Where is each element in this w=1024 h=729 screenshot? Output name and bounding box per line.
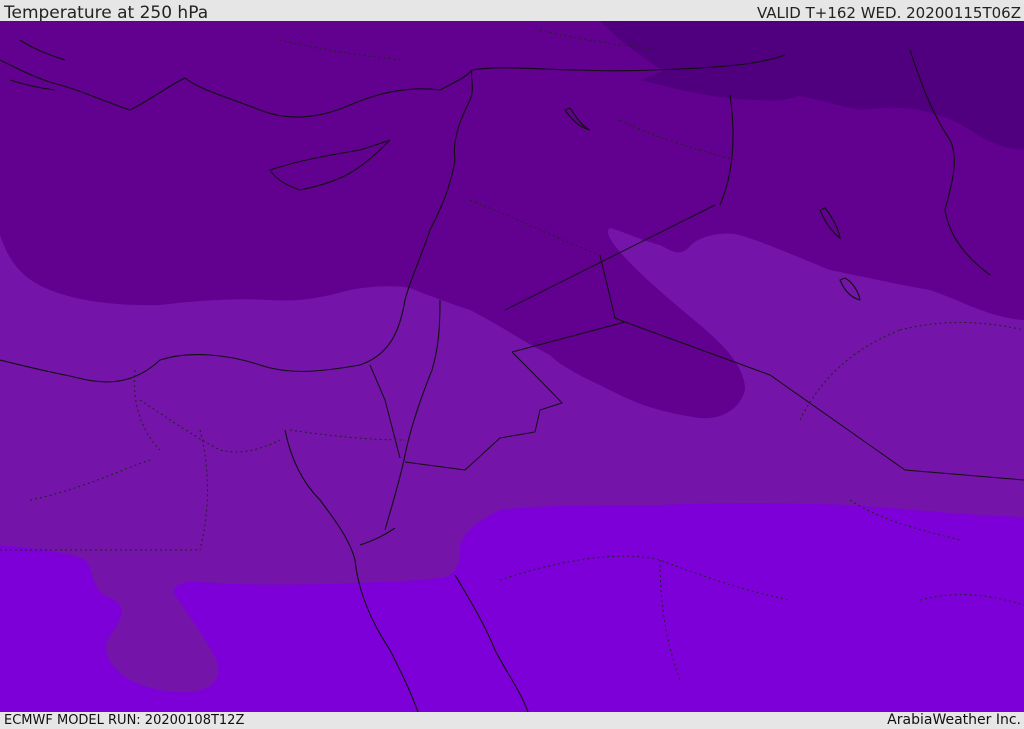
- map-title: Temperature at 250 hPa: [4, 3, 209, 23]
- brand-name: ArabiaWeather Inc.: [887, 712, 1021, 728]
- model-run: ECMWF MODEL RUN: 20200108T12Z: [4, 713, 245, 728]
- valid-time: VALID T+162 WED. 20200115T06Z: [756, 4, 1021, 22]
- map-area: [0, 21, 1024, 712]
- bottom-bar: ECMWF MODEL RUN: 20200108T12Z ArabiaWeat…: [0, 712, 1024, 729]
- top-bar: Temperature at 250 hPa VALID T+162 WED. …: [0, 0, 1024, 23]
- temperature-map: [0, 21, 1024, 712]
